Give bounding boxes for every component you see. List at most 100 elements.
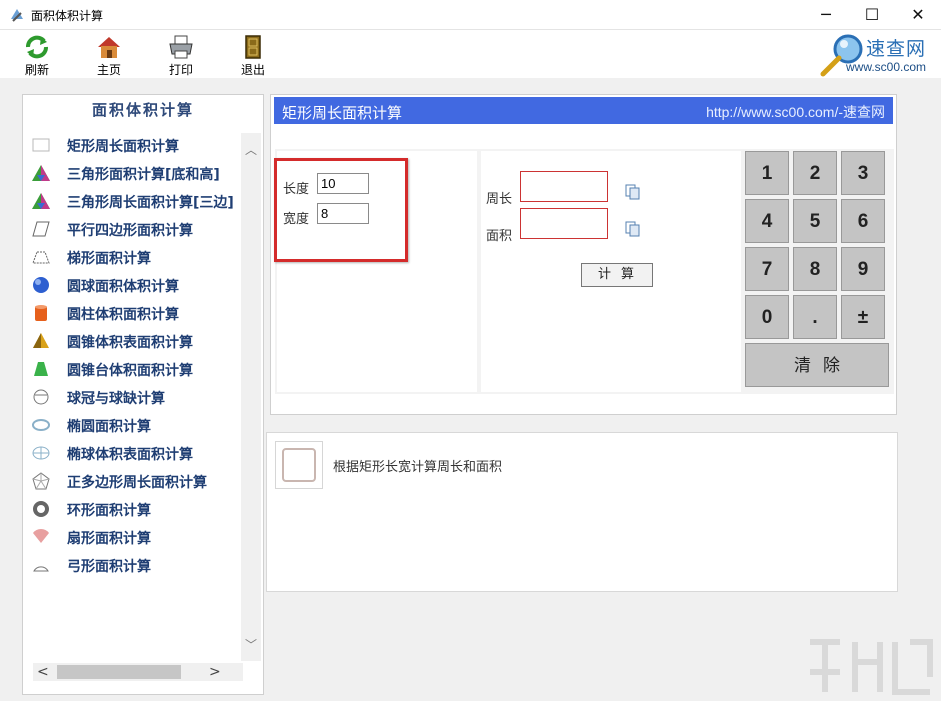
site-link[interactable]: http://www.sc00.com/-速查网 bbox=[706, 102, 885, 122]
scroll-up-icon[interactable]: ︿ bbox=[241, 141, 261, 158]
refresh-label: 刷新 bbox=[24, 63, 49, 77]
vertical-scrollbar[interactable]: ︿ ﹀ bbox=[241, 133, 261, 661]
sector-icon bbox=[33, 529, 49, 543]
triangle-color-icon bbox=[32, 165, 50, 181]
title-bar: 面积体积计算 ─ ☐ ✕ bbox=[0, 0, 941, 30]
sidebar-item[interactable]: 三角形面积计算[底和高] bbox=[27, 161, 237, 185]
cylinder-icon bbox=[35, 305, 47, 321]
keypad-key[interactable]: 0 bbox=[745, 295, 789, 339]
calculate-button[interactable]: 计算 bbox=[581, 263, 653, 287]
keypad-key[interactable]: 2 bbox=[793, 151, 837, 195]
watermark-logo bbox=[810, 639, 933, 695]
sidebar-item-label: 圆锥体积表面积计算 bbox=[67, 335, 193, 351]
scroll-thumb[interactable] bbox=[57, 665, 181, 679]
exit-label: 退出 bbox=[240, 63, 265, 77]
sidebar-item[interactable]: 矩形周长面积计算 bbox=[27, 133, 237, 157]
clear-button[interactable]: 清除 bbox=[745, 343, 889, 387]
sidebar-item-label: 三角形面积计算[底和高] bbox=[67, 167, 220, 183]
sidebar-item[interactable]: 弓形面积计算 bbox=[27, 553, 237, 573]
sidebar-item-label: 正多边形周长面积计算 bbox=[67, 475, 207, 491]
keypad-key[interactable]: 7 bbox=[745, 247, 789, 291]
sidebar-header: 面积体积计算 bbox=[91, 101, 194, 119]
ellipse-icon bbox=[32, 419, 50, 431]
keypad-key[interactable]: . bbox=[793, 295, 837, 339]
sidebar-item[interactable]: 椭圆面积计算 bbox=[27, 413, 237, 437]
scroll-down-icon[interactable]: ﹀ bbox=[241, 636, 261, 653]
copy-area-icon[interactable] bbox=[625, 221, 641, 237]
cone-icon bbox=[33, 333, 49, 348]
printer-icon bbox=[169, 35, 193, 59]
sidebar-item[interactable]: 正多边形周长面积计算 bbox=[27, 469, 237, 493]
print-button[interactable]: 打印 bbox=[158, 32, 204, 77]
area-output[interactable] bbox=[520, 208, 608, 239]
ring-icon bbox=[33, 501, 49, 517]
sidebar-item[interactable]: 三角形周长面积计算[三边] bbox=[27, 189, 237, 213]
sidebar-item[interactable]: 平行四边形面积计算 bbox=[27, 217, 237, 241]
keypad-key[interactable]: 4 bbox=[745, 199, 789, 243]
home-button[interactable]: 主页 bbox=[86, 32, 132, 77]
result-section: 周长 面积 计算 bbox=[481, 151, 741, 392]
exit-button[interactable]: 退出 bbox=[230, 32, 276, 77]
keypad-key[interactable]: 1 bbox=[745, 151, 789, 195]
number-keypad: 清除 1 2 3 4 5 6 7 8 9 0. ± bbox=[745, 151, 892, 392]
sidebar-item[interactable]: 扇形面积计算 bbox=[27, 525, 237, 549]
app-icon bbox=[11, 9, 23, 22]
sidebar-item-label: 平行四边形面积计算 bbox=[67, 223, 193, 239]
keypad-key[interactable]: 6 bbox=[841, 199, 885, 243]
segment-icon bbox=[33, 566, 49, 572]
keypad-key[interactable]: 5 bbox=[793, 199, 837, 243]
toolbar: 刷新 主页 打印 退出 bbox=[0, 30, 941, 78]
refresh-icon bbox=[26, 35, 48, 59]
sidebar-item[interactable]: 圆柱体积面积计算 bbox=[27, 301, 237, 325]
close-button[interactable]: ✕ bbox=[895, 0, 941, 30]
brand-name: 速查网 bbox=[866, 38, 927, 60]
sidebar-item-label: 三角形周长面积计算[三边] bbox=[67, 195, 234, 211]
exit-door-icon bbox=[245, 35, 261, 59]
rectangle-icon bbox=[32, 138, 50, 152]
sidebar-item-label: 圆锥台体积面积计算 bbox=[67, 363, 193, 379]
sidebar-item-label: 弓形面积计算 bbox=[67, 559, 151, 573]
spherical-cap-icon bbox=[33, 389, 49, 405]
polygon-icon bbox=[32, 472, 50, 490]
trapezoid-icon bbox=[32, 251, 50, 264]
calculator-title: 矩形周长面积计算 bbox=[282, 104, 403, 122]
horizontal-scrollbar[interactable]: < > bbox=[33, 663, 243, 681]
sidebar-item[interactable]: 梯形面积计算 bbox=[27, 245, 237, 269]
description-panel: 根据矩形长宽计算周长和面积 bbox=[266, 432, 898, 592]
sidebar-item-label: 圆柱体积面积计算 bbox=[67, 307, 179, 323]
sidebar-item-label: 椭圆面积计算 bbox=[67, 419, 151, 435]
parallelogram-icon bbox=[32, 221, 50, 237]
area-label: 面积 bbox=[486, 229, 513, 244]
perimeter-output[interactable] bbox=[520, 171, 608, 202]
ellipsoid-icon bbox=[32, 446, 50, 460]
rectangle-preview-icon bbox=[275, 441, 323, 489]
keypad-key[interactable]: 3 bbox=[841, 151, 885, 195]
sidebar-item-label: 矩形周长面积计算 bbox=[67, 139, 179, 155]
sidebar-item[interactable]: 圆锥台体积面积计算 bbox=[27, 357, 237, 381]
sidebar-item[interactable]: 椭球体积表面积计算 bbox=[27, 441, 237, 465]
brand-url: www.sc00.com bbox=[846, 60, 927, 74]
sidebar-item-label: 环形面积计算 bbox=[67, 503, 151, 519]
window-title: 面积体积计算 bbox=[31, 9, 104, 23]
minimize-button[interactable]: ─ bbox=[803, 0, 849, 30]
calculator-header: 矩形周长面积计算 http://www.sc00.com/-速查网 bbox=[274, 97, 893, 124]
sidebar-item[interactable]: 圆球面积体积计算 bbox=[27, 273, 237, 297]
brand-logo: 速查网 www.sc00.com bbox=[818, 32, 941, 78]
keypad-key[interactable]: 9 bbox=[841, 247, 885, 291]
sidebar-item[interactable]: 环形面积计算 bbox=[27, 497, 237, 521]
scroll-right-icon[interactable]: > bbox=[209, 663, 221, 681]
keypad-key[interactable]: ± bbox=[841, 295, 885, 339]
perimeter-label: 周长 bbox=[486, 192, 513, 207]
copy-perimeter-icon[interactable] bbox=[625, 184, 641, 200]
maximize-button[interactable]: ☐ bbox=[849, 0, 895, 30]
sidebar-item[interactable]: 球冠与球缺计算 bbox=[27, 385, 237, 409]
refresh-button[interactable]: 刷新 bbox=[14, 32, 60, 77]
sidebar-item-label: 梯形面积计算 bbox=[67, 251, 151, 267]
sidebar-item-label: 扇形面积计算 bbox=[67, 531, 151, 547]
sidebar-item[interactable]: 圆锥体积表面积计算 bbox=[27, 329, 237, 353]
frustum-icon bbox=[34, 362, 48, 376]
scroll-left-icon[interactable]: < bbox=[37, 663, 49, 681]
sidebar-item-label: 球冠与球缺计算 bbox=[67, 391, 165, 407]
keypad-key[interactable]: 8 bbox=[793, 247, 837, 291]
calculation-menu: 矩形周长面积计算三角形面积计算[底和高] 三角形周长面积计算[三边] 平行四边形面积… bbox=[27, 133, 237, 573]
